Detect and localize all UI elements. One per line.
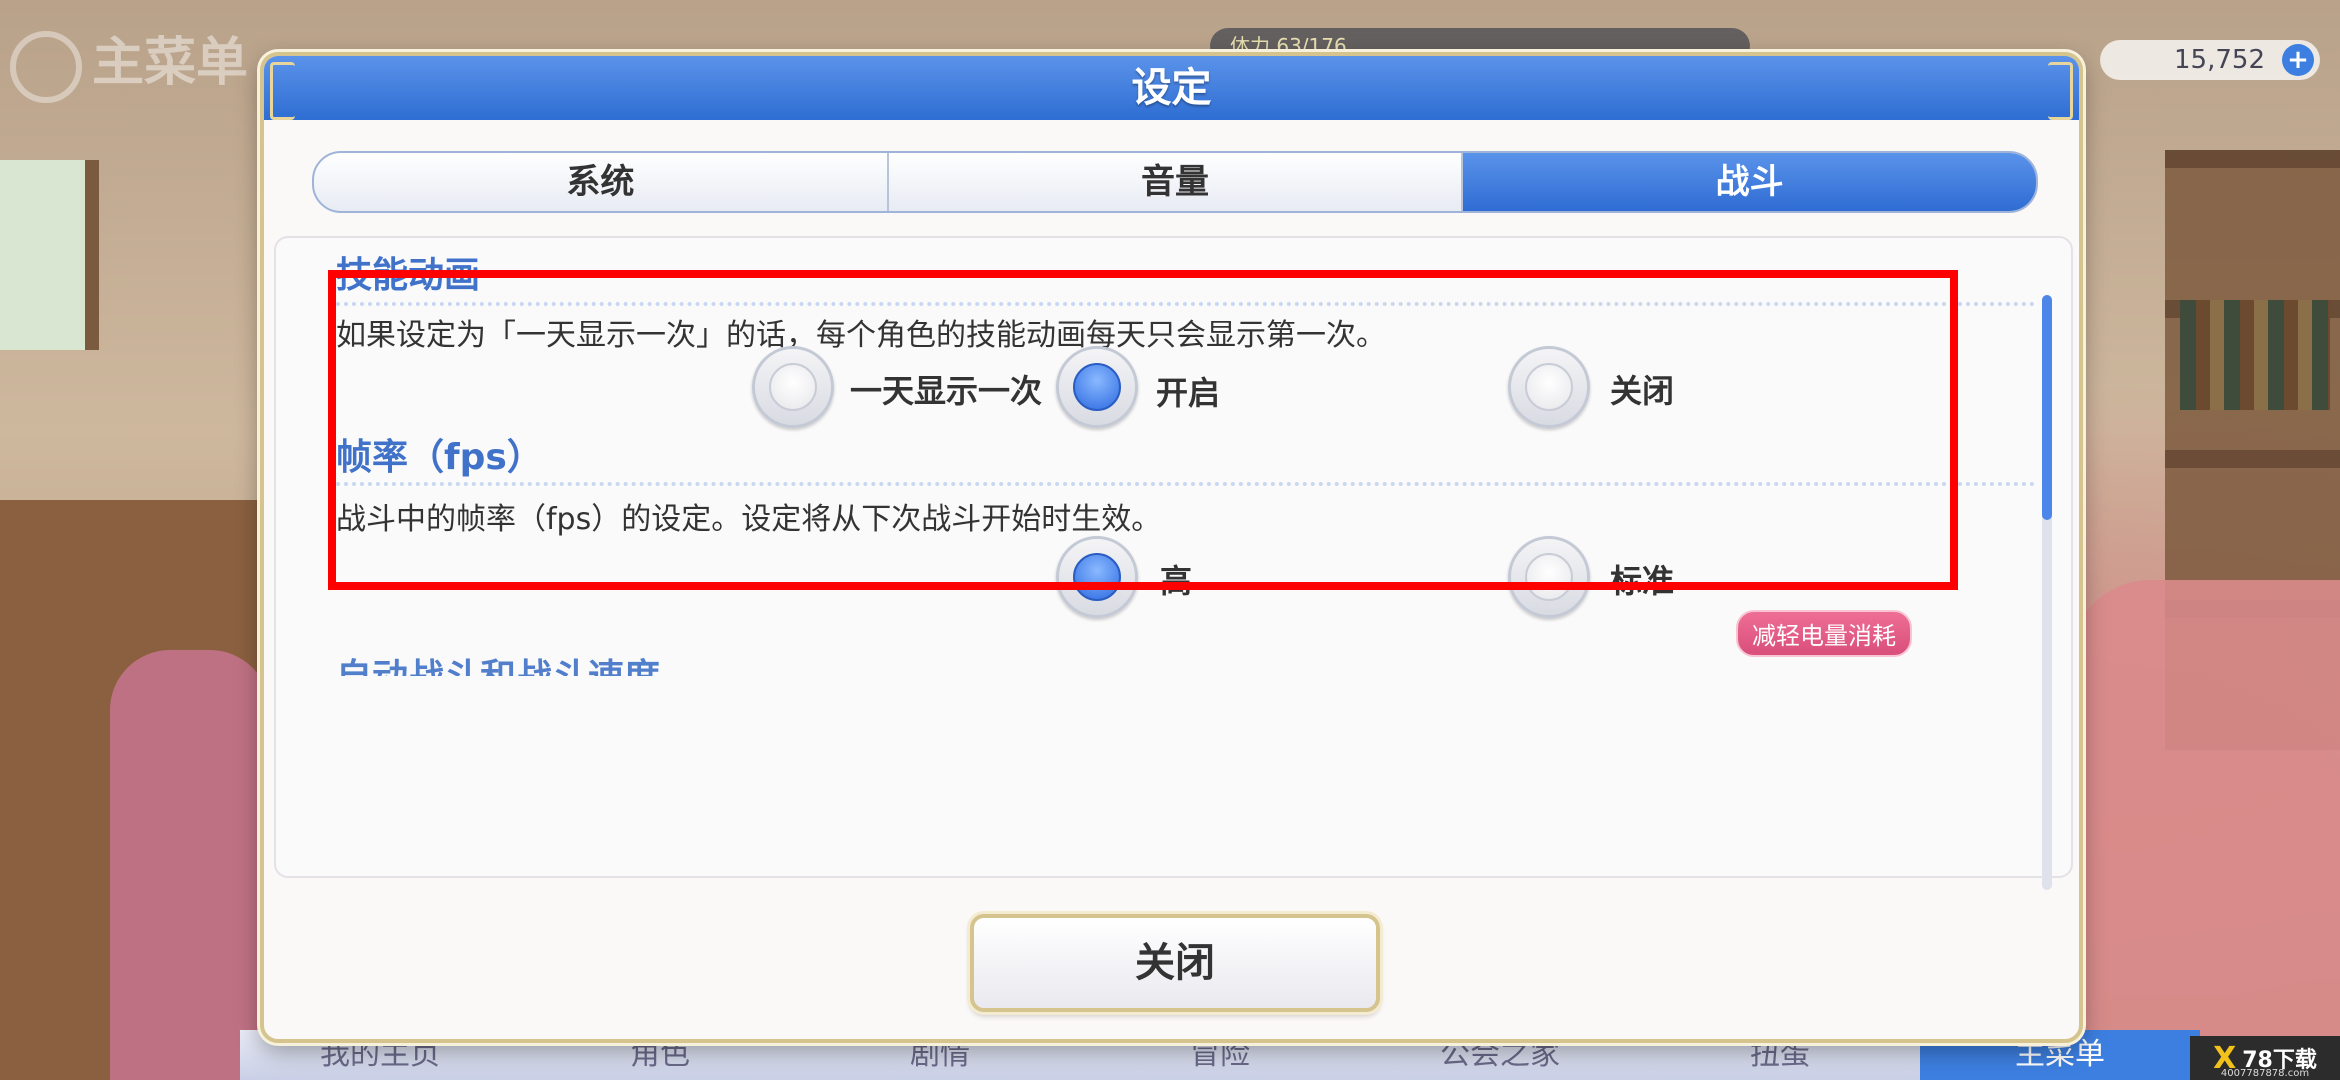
tab-battle[interactable]: 战斗: [1461, 153, 2036, 211]
settings-tabs: 系统 音量 战斗: [312, 151, 2038, 213]
tab-system[interactable]: 系统: [314, 153, 887, 211]
background-window: [0, 160, 99, 350]
ornament-left-icon: [270, 62, 295, 120]
content-scrollbar-thumb[interactable]: [2042, 295, 2052, 520]
tab-volume[interactable]: 音量: [886, 153, 1462, 211]
section-title-auto-battle: 自动战斗和战斗速度: [336, 648, 660, 676]
site-watermark: X 78下载 4007787878.com: [2190, 1036, 2340, 1080]
annotation-highlight-box: [328, 270, 1958, 590]
dialog-header: 设定: [264, 56, 2079, 120]
main-menu-title: 主菜单: [10, 20, 248, 103]
battery-saving-badge: 减轻电量消耗: [1736, 610, 1912, 657]
gem-counter: 15,752 +: [2100, 40, 2320, 80]
watermark-url: 4007787878.com: [2220, 1068, 2310, 1079]
ornament-right-icon: [2048, 62, 2073, 120]
close-button[interactable]: 关闭: [970, 914, 1380, 1012]
background-sofa-left: [110, 650, 270, 1080]
background-books: [2180, 300, 2330, 410]
dialog-title: 设定: [1131, 65, 1212, 111]
swirl-icon: [10, 30, 82, 103]
gem-count: 15,752: [2174, 45, 2265, 75]
add-gems-icon[interactable]: +: [2282, 44, 2314, 76]
background-sofa-right: [2070, 580, 2340, 1080]
